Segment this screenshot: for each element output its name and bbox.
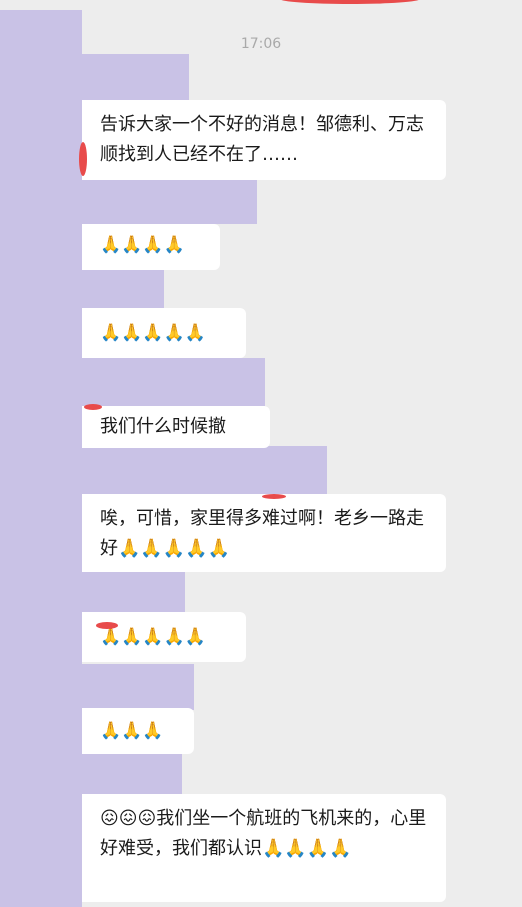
message-timestamp: 17:06: [240, 36, 282, 52]
red-redaction-mark: [79, 142, 87, 176]
name-redaction-mask: [82, 446, 327, 498]
avatar-redaction-mask: [0, 10, 82, 907]
red-redaction-mark: [262, 494, 286, 499]
message-text: 😖😖😖我们坐一个航班的飞机来的，心里好难受，我们都认识🙏🙏🙏🙏: [100, 808, 427, 859]
red-redaction-mark: [84, 404, 102, 410]
message-bubble[interactable]: 唉，可惜，家里得多难过啊！老乡一路走好🙏🙏🙏🙏🙏: [82, 494, 446, 572]
name-redaction-mask: [82, 664, 194, 710]
red-redaction-mark: [280, 0, 420, 4]
message-bubble[interactable]: 告诉大家一个不好的消息！邹德利、万志顺找到人已经不在了……: [82, 100, 446, 180]
message-text: 唉，可惜，家里得多难过啊！老乡一路走好🙏🙏🙏🙏🙏: [100, 508, 424, 559]
red-redaction-mark: [96, 622, 118, 629]
message-bubble[interactable]: 😖😖😖我们坐一个航班的飞机来的，心里好难受，我们都认识🙏🙏🙏🙏: [82, 794, 446, 902]
message-bubble[interactable]: 🙏🙏🙏🙏🙏: [82, 308, 246, 358]
message-text: 🙏🙏🙏: [100, 721, 164, 741]
name-redaction-mask: [82, 568, 185, 618]
name-redaction-mask: [82, 750, 182, 794]
name-redaction-mask: [82, 54, 189, 100]
message-text: 我们什么时候撤: [100, 416, 226, 437]
message-text: 告诉大家一个不好的消息！邹德利、万志顺找到人已经不在了……: [100, 114, 424, 165]
message-text: 🙏🙏🙏🙏: [100, 235, 185, 255]
message-bubble[interactable]: 🙏🙏🙏🙏: [82, 224, 220, 270]
message-text: 🙏🙏🙏🙏🙏: [100, 323, 206, 343]
message-bubble[interactable]: 我们什么时候撤: [82, 406, 270, 448]
name-redaction-mask: [82, 358, 265, 406]
message-bubble[interactable]: 🙏🙏🙏: [82, 708, 194, 754]
message-bubble[interactable]: 🙏🙏🙏🙏🙏: [82, 612, 246, 662]
